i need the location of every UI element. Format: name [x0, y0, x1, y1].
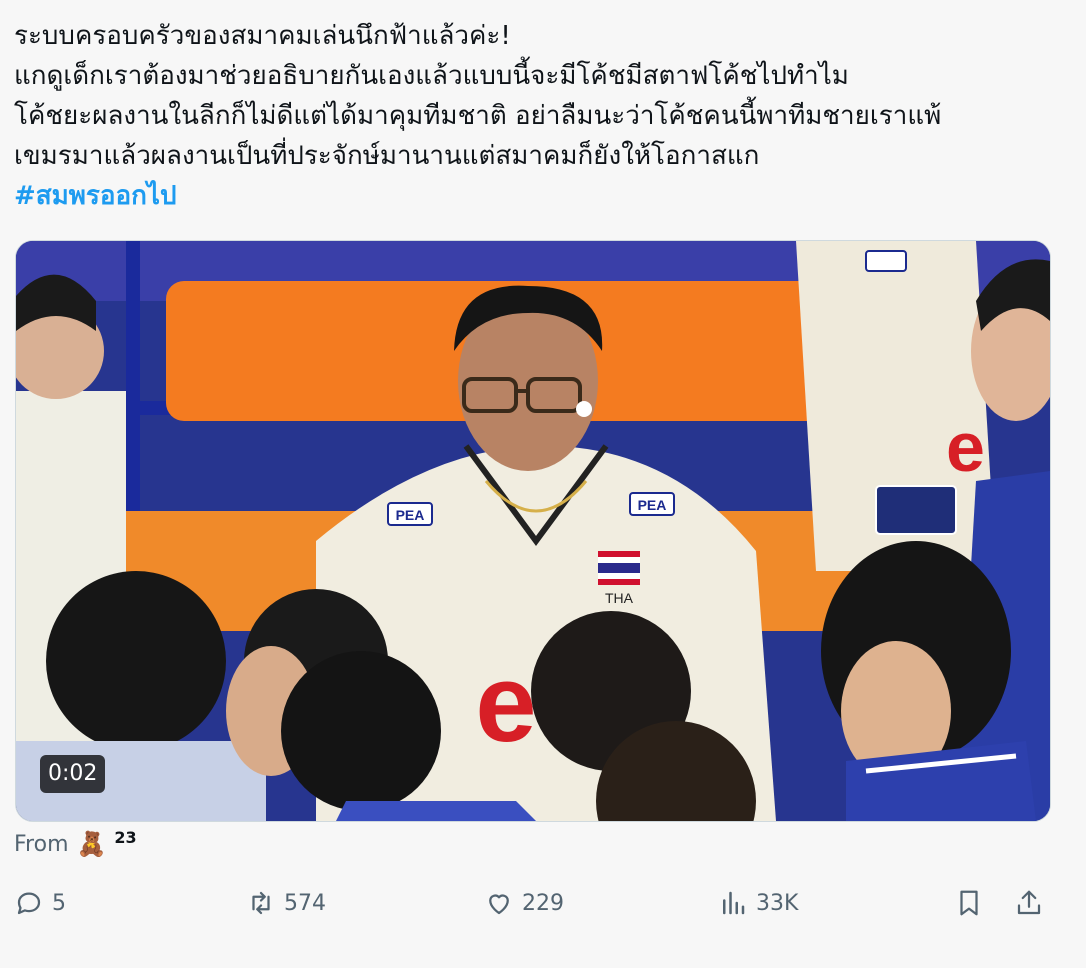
video-player[interactable]: PEA PEA THA e e: [15, 240, 1051, 822]
share-button[interactable]: [1014, 888, 1044, 918]
svg-text:e: e: [475, 642, 536, 765]
from-label: From: [14, 831, 69, 857]
source-count[interactable]: 23: [114, 828, 136, 847]
analytics-icon: [723, 891, 745, 915]
reply-button[interactable]: 5: [14, 888, 66, 918]
tweet-line: ระบบครอบครัวของสมาคมเล่นนึกฟ้าแล้วค่ะ!: [14, 21, 511, 51]
heart-icon: [489, 894, 509, 915]
tweet-line: แกดูเด็กเราต้องมาช่วยอธิบายกันเองแล้วแบบ…: [14, 61, 849, 91]
tweet-line: โค้ชยะผลงานในลีกก็ไม่ดีแต่ได้มาคุมทีมชาต…: [14, 101, 942, 131]
video-duration: 0:02: [40, 755, 106, 793]
reply-count: 5: [52, 890, 66, 916]
view-count: 33K: [756, 890, 799, 916]
tweet-actions: 5 574 229 33K: [14, 888, 1054, 932]
country-code: THA: [605, 590, 634, 606]
tweet-text: ระบบครอบครัวของสมาคมเล่นนึกฟ้าแล้วค่ะ! แ…: [14, 16, 1074, 216]
bookmark-icon: [960, 890, 978, 916]
svg-text:e: e: [946, 408, 985, 486]
jersey-text: PEA: [638, 497, 667, 513]
jersey-text: PEA: [396, 507, 425, 523]
repost-icon: [252, 891, 270, 915]
bookmark-button[interactable]: [954, 888, 984, 918]
teddy-bear-icon[interactable]: 🧸: [77, 830, 107, 858]
like-count: 229: [522, 890, 564, 916]
like-button[interactable]: 229: [484, 888, 564, 918]
tweet-line: เขมรมาแล้วผลงานเป็นที่ประจักษ์มานานแต่สม…: [14, 141, 760, 171]
repost-count: 574: [284, 890, 326, 916]
video-frame: PEA PEA THA e e: [16, 241, 1050, 821]
hashtag-link[interactable]: #สมพรออกไป: [14, 176, 1074, 216]
repost-button[interactable]: 574: [246, 888, 326, 918]
views-button[interactable]: 33K: [718, 888, 798, 918]
video-source: From 🧸 23: [14, 828, 137, 859]
reply-icon: [17, 892, 41, 915]
share-icon: [1017, 890, 1041, 915]
